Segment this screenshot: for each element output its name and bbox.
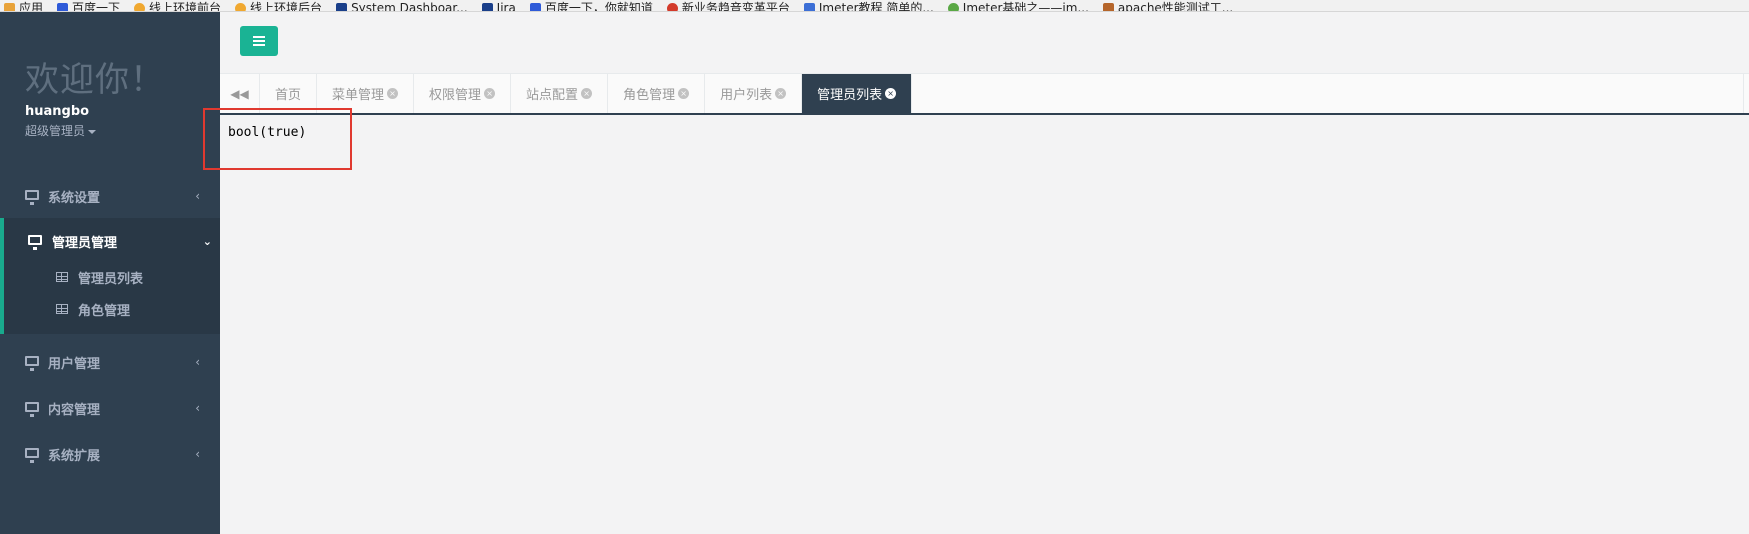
jira-icon [481, 3, 493, 11]
blog-icon [803, 3, 815, 11]
close-icon[interactable]: × [678, 88, 690, 99]
nav-system-extension[interactable]: 系统扩展 ‹ [0, 431, 220, 477]
chevron-left-icon: ‹ [195, 401, 200, 415]
tab-user-list[interactable]: 用户列表 × [705, 74, 803, 113]
menu-toggle-button[interactable] [240, 26, 278, 56]
bookmark-platform[interactable]: 新业务趋音变革平台 [666, 2, 790, 11]
close-icon[interactable]: × [387, 88, 399, 99]
apache-icon [1102, 3, 1114, 11]
tab-site-config[interactable]: 站点配置 × [511, 74, 609, 113]
caret-down-icon [88, 129, 97, 134]
nav-user-management[interactable]: 用户管理 ‹ [0, 339, 220, 385]
bookmark-jmeter-basics[interactable]: Jmeter基础之——jm... [947, 2, 1089, 11]
username: huangbo [25, 104, 90, 119]
bookmark-baidu-2[interactable]: 百度一下，你就知道 [529, 2, 653, 11]
bookmark-apache[interactable]: apache性能测试工... [1102, 2, 1233, 11]
content-area: bool(true) [220, 117, 1749, 534]
welcome-title: 欢迎你！ [25, 60, 165, 100]
bookmark-jira[interactable]: Jira [481, 2, 516, 11]
blog-icon [947, 3, 959, 11]
nav-content-management[interactable]: 内容管理 ‹ [0, 385, 220, 431]
hamburger-icon [253, 36, 265, 46]
bookmark-baidu[interactable]: 百度一下 [57, 2, 120, 11]
jira-icon [336, 3, 348, 11]
bookmark-online-frontend[interactable]: 线上环境前台 [134, 2, 221, 11]
close-icon[interactable]: × [885, 88, 897, 99]
top-bar [220, 12, 1749, 74]
sub-item-admin-list[interactable]: 管理员列表 [56, 264, 143, 290]
table-icon [56, 272, 68, 282]
desktop-icon [25, 190, 39, 205]
tab-permission-management[interactable]: 权限管理 × [414, 74, 512, 113]
close-icon[interactable]: × [775, 88, 787, 99]
desktop-icon [28, 235, 42, 250]
nav-system-settings[interactable]: 系统设置 ‹ [0, 173, 220, 219]
nav-admin-management: 管理员管理 ⌄ 管理员列表 角色管理 [0, 218, 220, 334]
bookmark-system-dashboard[interactable]: System Dashboar... [336, 2, 468, 11]
annotation-highlight-box [203, 108, 352, 170]
platform-icon [666, 3, 678, 11]
apps-icon [4, 3, 15, 11]
sidebar: 欢迎你！ huangbo 超级管理员 系统设置 ‹ 管理员管理 ⌄ 管理员列表 … [0, 12, 220, 534]
baidu-icon [57, 3, 69, 11]
nav-admin-management-header[interactable]: 管理员管理 ⌄ [28, 218, 218, 264]
chevron-left-icon: ‹ [195, 189, 200, 203]
bookmarks-bar: 应用 百度一下 线上环境前台 线上环境后台 System Dashboar...… [0, 0, 1749, 12]
folder-icon [235, 3, 247, 11]
bookmark-online-backend[interactable]: 线上环境后台 [235, 2, 322, 11]
table-icon [56, 304, 68, 314]
tab-role-management[interactable]: 角色管理 × [608, 74, 706, 113]
double-left-arrow-icon: ◀◀ [230, 86, 249, 101]
chevron-left-icon: ‹ [195, 355, 200, 369]
close-icon[interactable]: × [484, 88, 496, 99]
close-icon[interactable]: × [581, 88, 593, 99]
chevron-left-icon: ‹ [195, 447, 200, 461]
desktop-icon [25, 448, 39, 463]
sub-item-role-management[interactable]: 角色管理 [56, 296, 130, 322]
tabs-bar: ◀◀ 首页 菜单管理 × 权限管理 × 站点配置 × 角色管理 × 用户列表 × 管理员列… [220, 74, 1749, 115]
desktop-icon [25, 402, 39, 417]
tabs-scroll-right-button[interactable] [1743, 74, 1749, 113]
role-dropdown[interactable]: 超级管理员 [25, 122, 97, 139]
tab-admin-list[interactable]: 管理员列表 × [802, 74, 913, 113]
bookmark-jmeter-tutorial[interactable]: Jmeter教程 简单的... [803, 2, 934, 11]
baidu-icon [529, 3, 541, 11]
chevron-down-icon: ⌄ [202, 234, 212, 248]
bookmark-apps[interactable]: 应用 [4, 2, 43, 11]
desktop-icon [25, 356, 39, 371]
folder-icon [134, 3, 146, 11]
